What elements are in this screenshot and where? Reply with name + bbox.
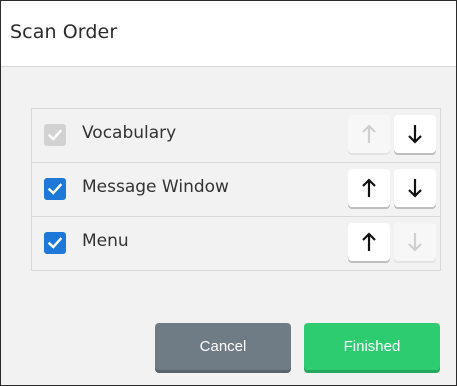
dialog-title: Scan Order bbox=[10, 21, 118, 43]
scan-order-dialog: Scan Order Vocabulary Message Window Men… bbox=[0, 0, 457, 386]
check-icon bbox=[47, 129, 63, 141]
finished-button[interactable]: Finished bbox=[304, 323, 440, 370]
move-up-button[interactable] bbox=[348, 223, 390, 261]
list-item: Menu bbox=[32, 217, 440, 270]
move-down-button[interactable] bbox=[394, 169, 436, 207]
check-icon bbox=[47, 183, 63, 195]
arrow-up-icon bbox=[362, 178, 376, 197]
move-down-button bbox=[394, 223, 436, 261]
scan-order-list: Vocabulary Message Window Menu bbox=[31, 108, 441, 271]
message-window-checkbox[interactable] bbox=[44, 178, 66, 200]
check-icon bbox=[47, 237, 63, 249]
move-up-button bbox=[348, 115, 390, 153]
arrow-up-icon bbox=[362, 232, 376, 251]
arrow-down-icon bbox=[408, 233, 422, 252]
menu-checkbox[interactable] bbox=[44, 232, 66, 254]
list-item: Vocabulary bbox=[32, 109, 440, 163]
cancel-button[interactable]: Cancel bbox=[155, 323, 291, 370]
list-item: Message Window bbox=[32, 163, 440, 217]
move-up-button[interactable] bbox=[348, 169, 390, 207]
list-item-label: Message Window bbox=[82, 177, 229, 197]
list-item-label: Vocabulary bbox=[82, 123, 177, 143]
arrow-down-icon bbox=[408, 179, 422, 198]
arrow-up-icon bbox=[362, 124, 376, 143]
list-item-label: Menu bbox=[82, 231, 129, 251]
dialog-header: Scan Order bbox=[1, 1, 456, 67]
arrow-down-icon bbox=[408, 125, 422, 144]
move-down-button[interactable] bbox=[394, 115, 436, 153]
vocabulary-checkbox bbox=[44, 124, 66, 146]
